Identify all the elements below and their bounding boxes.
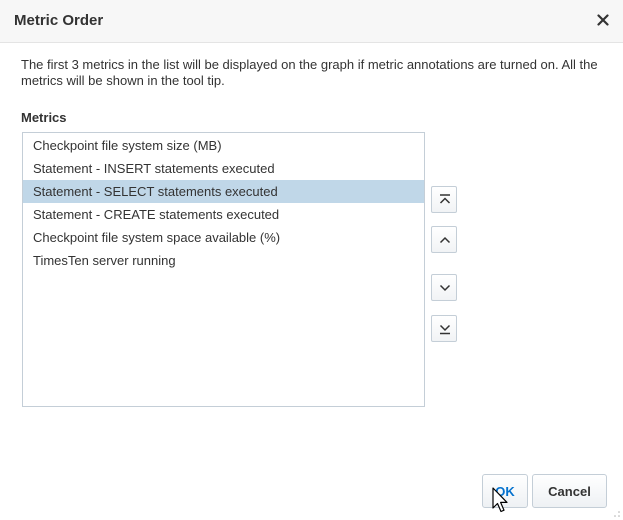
move-to-bottom-button[interactable] xyxy=(431,315,457,342)
list-item-create-statements[interactable]: Statement - CREATE statements executed xyxy=(23,203,424,226)
dialog-title: Metric Order xyxy=(14,12,104,29)
list-item-checkpoint-space[interactable]: Checkpoint file system space available (… xyxy=(23,226,424,249)
list-item-insert-statements[interactable]: Statement - INSERT statements executed xyxy=(23,157,424,180)
resize-grip-icon[interactable] xyxy=(613,510,621,518)
dialog-titlebar: Metric Order xyxy=(0,0,623,43)
metric-order-dialog: Metric Order The first 3 metrics in the … xyxy=(0,0,623,520)
move-down-button[interactable] xyxy=(431,274,457,301)
move-up-button[interactable] xyxy=(431,226,457,253)
cancel-button[interactable]: Cancel xyxy=(532,474,607,508)
metrics-listbox[interactable]: Checkpoint file system size (MB) Stateme… xyxy=(22,132,425,407)
dialog-description: The first 3 metrics in the list will be … xyxy=(21,57,598,88)
close-icon xyxy=(597,14,609,26)
chevron-up-icon xyxy=(439,236,451,244)
chevron-down-icon xyxy=(439,284,451,292)
list-item-select-statements[interactable]: Statement - SELECT statements executed xyxy=(23,180,424,203)
move-to-top-button[interactable] xyxy=(431,186,457,213)
move-top-icon xyxy=(439,194,451,204)
list-item-checkpoint-size[interactable]: Checkpoint file system size (MB) xyxy=(23,134,424,157)
metrics-label: Metrics xyxy=(21,110,67,125)
mouse-pointer-icon xyxy=(492,487,508,513)
close-button[interactable] xyxy=(593,9,613,31)
move-bottom-icon xyxy=(439,324,451,335)
list-item-timesten-server[interactable]: TimesTen server running xyxy=(23,249,424,272)
